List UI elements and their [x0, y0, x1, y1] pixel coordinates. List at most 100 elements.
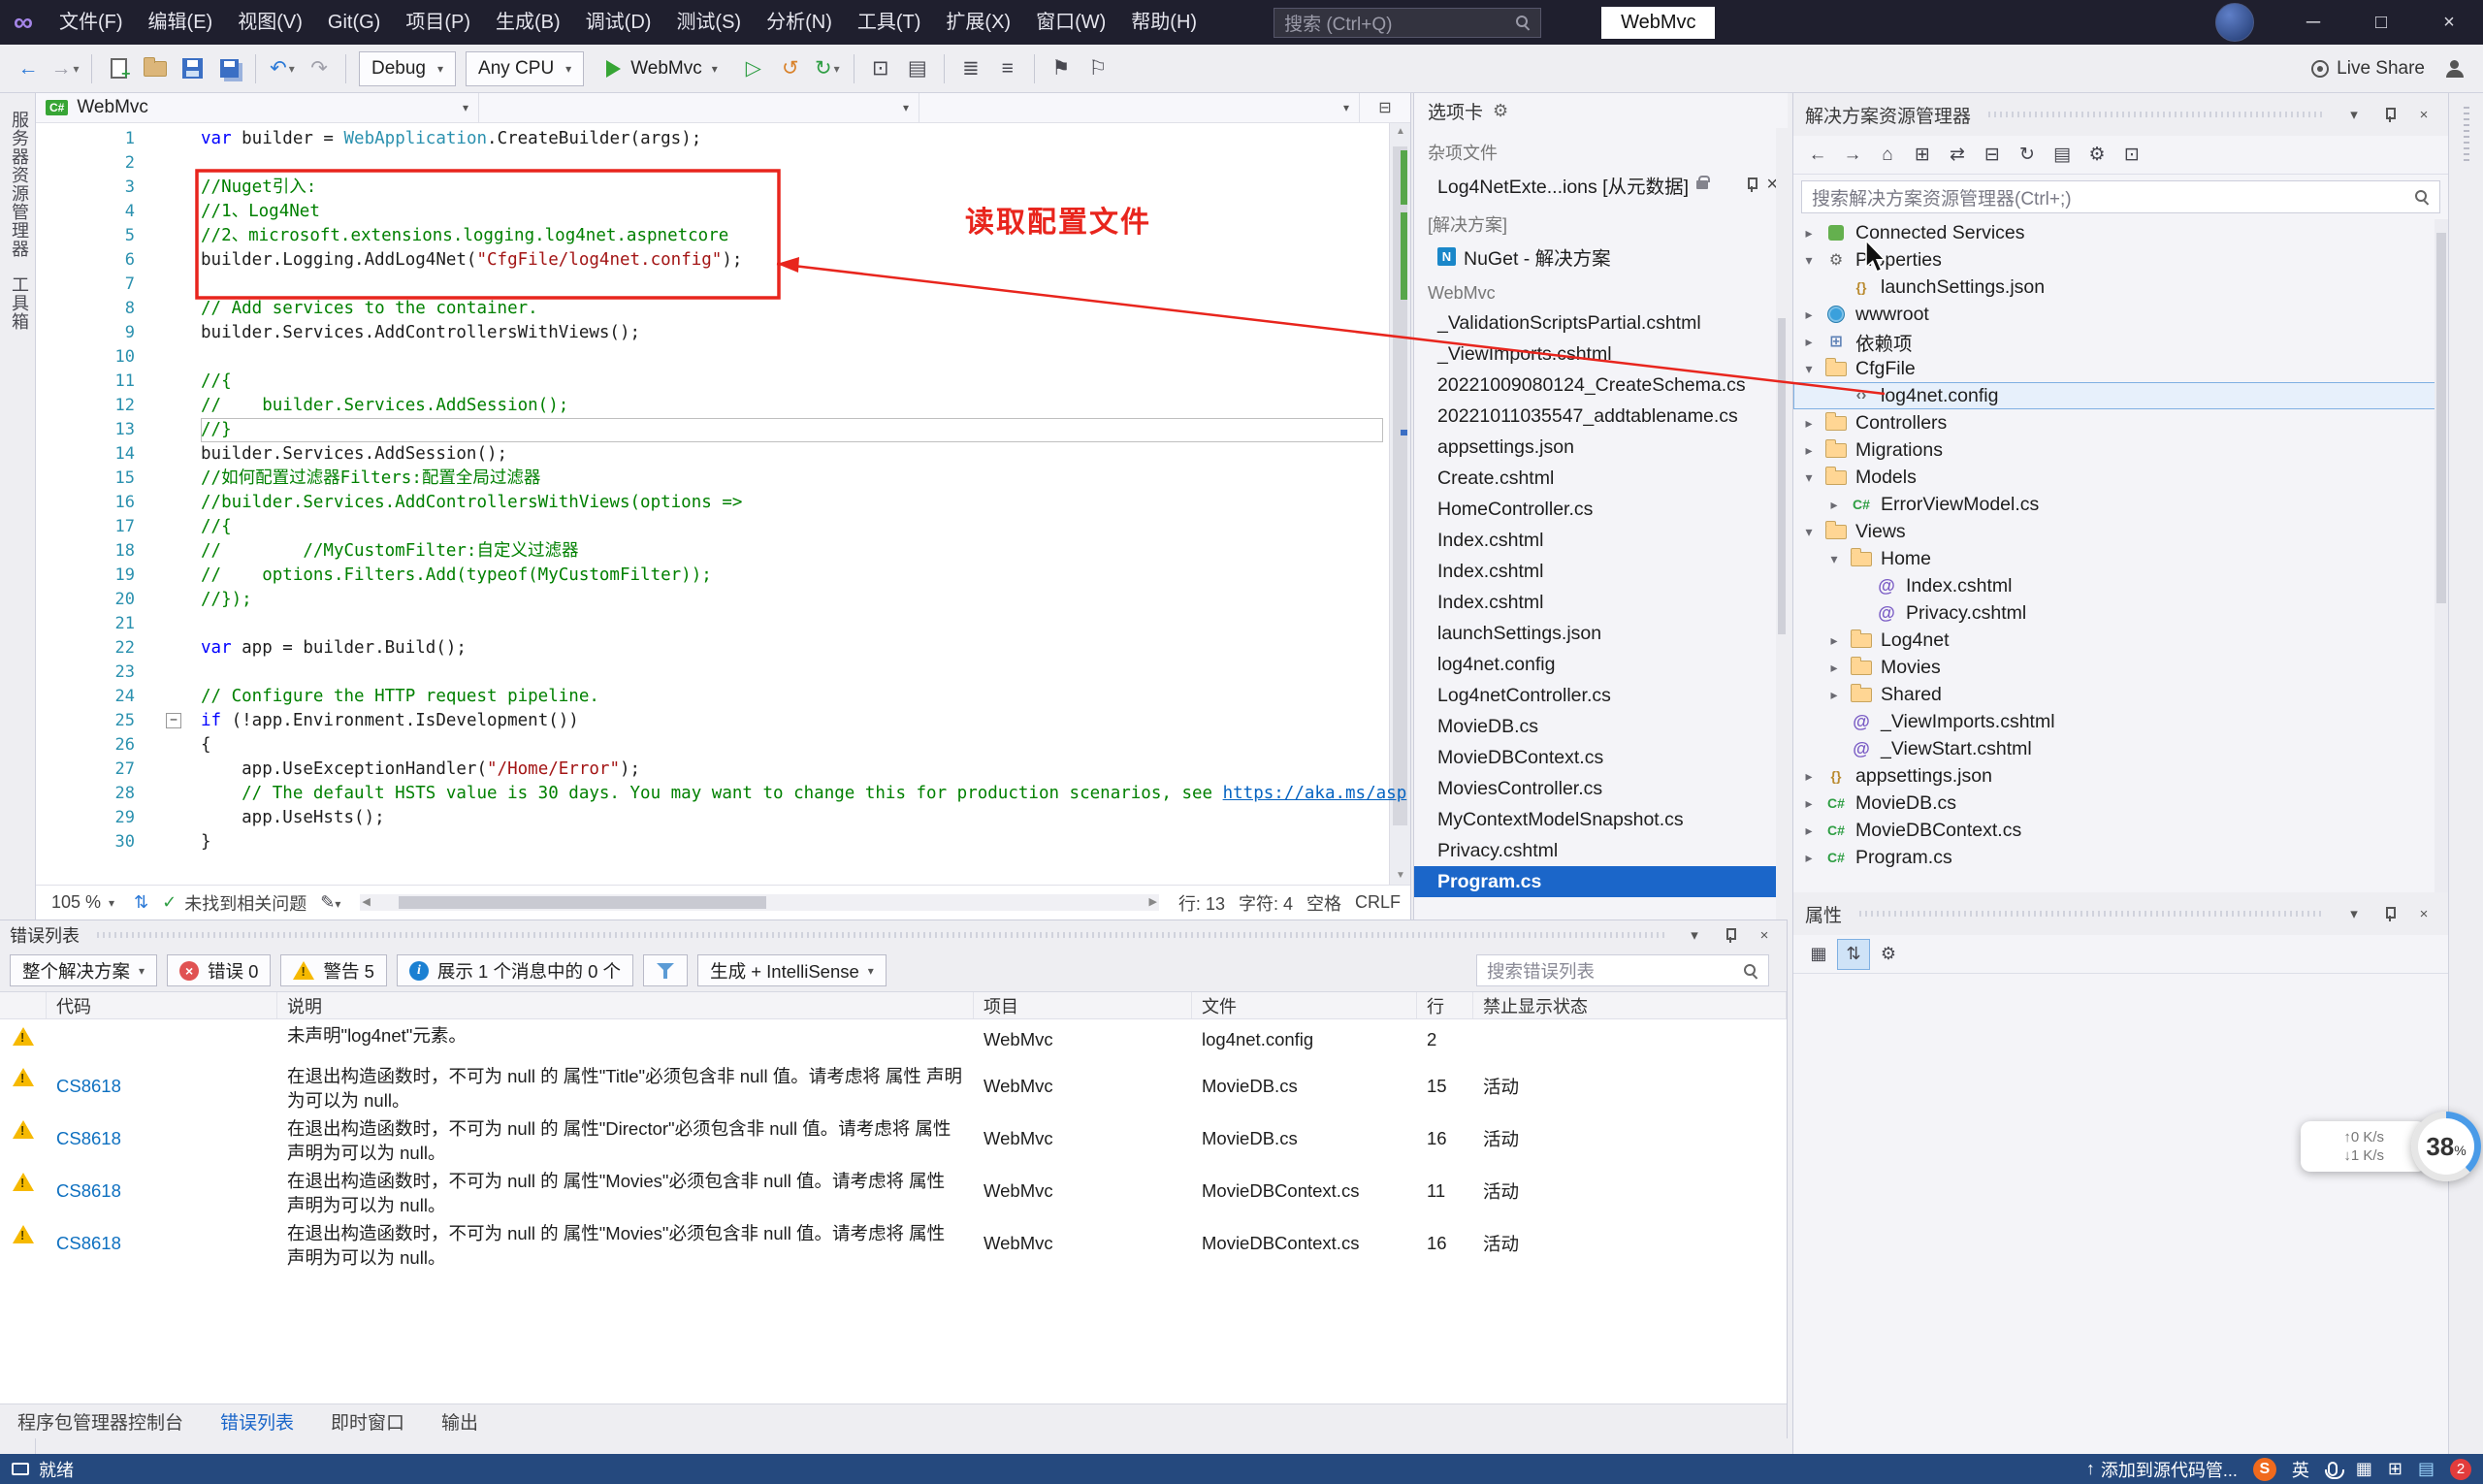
menu-item[interactable]: 调试(D): [573, 0, 664, 45]
tree-item[interactable]: ▸{}appsettings.json: [1793, 762, 2448, 790]
column-severity[interactable]: [0, 992, 47, 1018]
chevron-collapsed-icon[interactable]: ▸: [1799, 823, 1819, 839]
code-line[interactable]: 2: [36, 151, 1410, 176]
chevron-expanded-icon[interactable]: ▾: [1799, 469, 1819, 486]
window-switch-icon[interactable]: ▤: [2418, 1459, 2435, 1479]
column-description[interactable]: 说明: [277, 992, 974, 1018]
code-line[interactable]: 7: [36, 273, 1410, 297]
scrollbar-thumb[interactable]: [2436, 233, 2446, 603]
column-line[interactable]: 行: [1417, 992, 1473, 1018]
menu-item[interactable]: 项目(P): [393, 0, 483, 45]
code-line[interactable]: 9builder.Services.AddControllersWithView…: [36, 321, 1410, 345]
code-line[interactable]: 14builder.Services.AddSession();: [36, 442, 1410, 467]
tree-item[interactable]: ‹›log4net.config: [1793, 382, 2448, 409]
drag-grip[interactable]: [1859, 911, 2324, 917]
bottom-tab[interactable]: 输出: [441, 1408, 478, 1435]
scroll-left-icon[interactable]: ◀: [362, 894, 370, 911]
tree-item[interactable]: ▸Shared: [1793, 681, 2448, 708]
gear-icon[interactable]: ⚙: [1493, 101, 1508, 121]
menu-item[interactable]: 帮助(H): [1118, 0, 1209, 45]
tree-item[interactable]: ▸Connected Services: [1793, 219, 2448, 246]
start-without-debugging-icon[interactable]: ▷: [737, 50, 770, 87]
project-dropdown[interactable]: C# WebMvc ▾: [36, 93, 479, 122]
code-line[interactable]: 18// //MyCustomFilter:自定义过滤器: [36, 539, 1410, 564]
bottom-tab[interactable]: 程序包管理器控制台: [17, 1408, 183, 1435]
hot-reload-icon[interactable]: ↺: [774, 50, 807, 87]
bottom-tab[interactable]: 错误列表: [220, 1408, 294, 1435]
code-line[interactable]: 19// options.Filters.Add(typeof(MyCustom…: [36, 564, 1410, 588]
pin-icon[interactable]: [1717, 922, 1742, 948]
chevron-collapsed-icon[interactable]: ▸: [1799, 225, 1819, 242]
sogou-input-icon[interactable]: S: [2253, 1458, 2276, 1481]
autohide-tab[interactable]: 服务器资源管理器: [7, 111, 32, 258]
tree-item[interactable]: ▸C#MovieDB.cs: [1793, 790, 2448, 817]
sync-icon[interactable]: ⇅: [134, 892, 148, 913]
scrollbar-thumb[interactable]: [1778, 318, 1786, 634]
vertical-tab-item[interactable]: appsettings.json: [1414, 432, 1788, 463]
tree-item[interactable]: ▾Home: [1793, 545, 2448, 572]
code-line[interactable]: 29 app.UseHsts();: [36, 806, 1410, 830]
drag-grip[interactable]: [97, 932, 1664, 938]
code-line[interactable]: 27 app.UseExceptionHandler("/Home/Error"…: [36, 758, 1410, 782]
vertical-tab-item[interactable]: Index.cshtml: [1414, 556, 1788, 587]
tree-item[interactable]: @_ViewStart.cshtml: [1793, 735, 2448, 762]
code-line[interactable]: 25−if (!app.Environment.IsDevelopment()): [36, 709, 1410, 733]
vertical-tab-item[interactable]: Log4NetExte...ions [从元数据]×: [1414, 169, 1788, 200]
code-line[interactable]: 13//}: [36, 418, 1410, 442]
tree-scrollbar[interactable]: [2435, 219, 2448, 892]
vertical-tab-item[interactable]: NNuGet - 解决方案: [1414, 241, 1788, 272]
code-line[interactable]: 5//2、microsoft.extensions.logging.log4ne…: [36, 224, 1410, 248]
menu-item[interactable]: 测试(S): [663, 0, 754, 45]
member-dropdown[interactable]: ▾: [919, 93, 1360, 122]
tree-item[interactable]: {}launchSettings.json: [1793, 274, 2448, 301]
split-window-button[interactable]: ⊟: [1360, 93, 1410, 122]
vertical-tab-item[interactable]: HomeController.cs: [1414, 494, 1788, 525]
bookmark-icon[interactable]: ⚑: [1045, 50, 1078, 87]
save-icon[interactable]: [176, 50, 209, 87]
chevron-expanded-icon[interactable]: ▾: [1799, 524, 1819, 540]
tree-item[interactable]: ▸Movies: [1793, 654, 2448, 681]
column-suppression-state[interactable]: 禁止显示状态: [1473, 992, 1787, 1018]
chevron-collapsed-icon[interactable]: ▸: [1799, 442, 1819, 459]
error-row[interactable]: CS8618在退出构造函数时，不可为 null 的 属性"Director"必须…: [0, 1113, 1787, 1165]
vertical-tab-item[interactable]: MovieDB.cs: [1414, 711, 1788, 742]
close-icon[interactable]: ×: [2411, 901, 2436, 926]
warnings-filter-button[interactable]: 警告 5: [280, 954, 386, 986]
tree-item[interactable]: ▾Views: [1793, 518, 2448, 545]
scrollbar-thumb[interactable]: [399, 896, 766, 909]
undo-icon[interactable]: ↶▾: [266, 50, 299, 87]
autohide-tab[interactable]: 工具箱: [7, 275, 32, 331]
microphone-icon[interactable]: [2325, 1462, 2340, 1476]
scroll-down-icon[interactable]: ▼: [1390, 867, 1410, 885]
sync-with-active-document-icon[interactable]: ⇄: [1941, 140, 1974, 171]
chevron-expanded-icon[interactable]: ▾: [1799, 361, 1819, 377]
code-line[interactable]: 10: [36, 345, 1410, 370]
chevron-collapsed-icon[interactable]: ▸: [1824, 660, 1844, 676]
ime-toolbox-icon[interactable]: ⊞: [2388, 1459, 2402, 1479]
error-row[interactable]: CS8618在退出构造函数时，不可为 null 的 属性"Movies"必须包含…: [0, 1217, 1787, 1270]
code-line[interactable]: 24// Configure the HTTP request pipeline…: [36, 685, 1410, 709]
column-code[interactable]: 代码: [47, 992, 277, 1018]
menu-item[interactable]: 分析(N): [754, 0, 845, 45]
column-file[interactable]: 文件: [1192, 992, 1417, 1018]
code-line[interactable]: 12// builder.Services.AddSession();: [36, 394, 1410, 418]
chevron-expanded-icon[interactable]: ▾: [1824, 551, 1844, 567]
error-row[interactable]: 未声明"log4net"元素。WebMvclog4net.config2: [0, 1019, 1787, 1060]
tree-item[interactable]: @Index.cshtml: [1793, 572, 2448, 599]
save-all-icon[interactable]: [212, 50, 245, 87]
code-line[interactable]: 20//});: [36, 588, 1410, 612]
bottom-tab[interactable]: 即时窗口: [331, 1408, 404, 1435]
chevron-collapsed-icon[interactable]: ▸: [1799, 306, 1819, 323]
chevron-collapsed-icon[interactable]: ▸: [1824, 687, 1844, 703]
fold-collapse-icon[interactable]: −: [166, 713, 181, 728]
vertical-tab-item[interactable]: Create.cshtml: [1414, 463, 1788, 494]
scroll-right-icon[interactable]: ▶: [1148, 894, 1156, 911]
close-icon[interactable]: ×: [2411, 102, 2436, 127]
alphabetical-icon[interactable]: ⇅: [1838, 940, 1869, 969]
menu-item[interactable]: 窗口(W): [1023, 0, 1118, 45]
source-dropdown[interactable]: 生成 + IntelliSense▾: [697, 954, 887, 986]
vertical-tab-item[interactable]: MovieDBContext.cs: [1414, 742, 1788, 773]
tabs-scrollbar[interactable]: [1776, 128, 1788, 919]
error-row[interactable]: CS8618在退出构造函数时，不可为 null 的 属性"Title"必须包含非…: [0, 1060, 1787, 1113]
code-line[interactable]: 1var builder = WebApplication.CreateBuil…: [36, 127, 1410, 151]
